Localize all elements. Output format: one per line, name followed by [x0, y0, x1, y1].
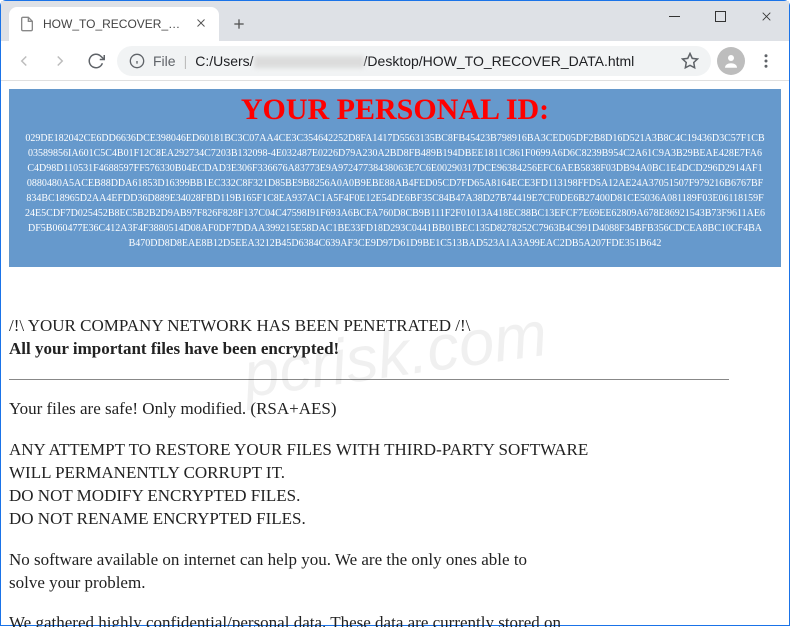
message-body: /!\ YOUR COMPANY NETWORK HAS BEEN PENETR…: [9, 315, 729, 627]
maximize-button[interactable]: [697, 1, 743, 31]
divider: [9, 379, 729, 380]
browser-tab[interactable]: HOW_TO_RECOVER_DATA.html: [9, 7, 219, 41]
url-scheme: File: [153, 53, 176, 69]
attempt-line-2: WILL PERMANENTLY CORRUPT IT.: [9, 462, 729, 485]
titlebar: HOW_TO_RECOVER_DATA.html: [1, 1, 789, 41]
info-icon: [129, 53, 145, 69]
bookmark-icon[interactable]: [681, 52, 699, 70]
help-line-1: No software available on internet can he…: [9, 549, 729, 572]
gathered-line-1: We gathered highly confidential/personal…: [9, 612, 729, 627]
encrypted-line: All your important files have been encry…: [9, 338, 729, 361]
personal-id-hex: 029DE182042CE6DD6636DCE398046ED60181BC3C…: [25, 131, 765, 251]
close-window-button[interactable]: [743, 1, 789, 31]
rename-line: DO NOT RENAME ENCRYPTED FILES.: [9, 508, 729, 531]
new-tab-button[interactable]: [225, 10, 253, 38]
menu-button[interactable]: [751, 46, 781, 76]
tab-title: HOW_TO_RECOVER_DATA.html: [43, 17, 187, 31]
reload-button[interactable]: [81, 46, 111, 76]
window-controls: [651, 1, 789, 33]
back-button[interactable]: [9, 46, 39, 76]
url-path: C:/Users//Desktop/HOW_TO_RECOVER_DATA.ht…: [195, 53, 634, 69]
close-icon[interactable]: [195, 17, 209, 31]
banner-title: YOUR PERSONAL ID:: [21, 93, 769, 127]
safe-line: Your files are safe! Only modified. (RSA…: [9, 398, 729, 421]
attempt-line-1: ANY ATTEMPT TO RESTORE YOUR FILES WITH T…: [9, 439, 729, 462]
page-content: pcrisk.com YOUR PERSONAL ID: 029DE182042…: [1, 81, 789, 627]
address-bar[interactable]: File | C:/Users//Desktop/HOW_TO_RECOVER_…: [117, 46, 711, 76]
avatar[interactable]: [717, 47, 745, 75]
help-line-2: solve your problem.: [9, 572, 729, 595]
file-icon: [19, 16, 35, 32]
minimize-button[interactable]: [651, 1, 697, 31]
toolbar: File | C:/Users//Desktop/HOW_TO_RECOVER_…: [1, 41, 789, 81]
redacted-segment: [254, 56, 364, 68]
modify-line: DO NOT MODIFY ENCRYPTED FILES.: [9, 485, 729, 508]
personal-id-banner: YOUR PERSONAL ID: 029DE182042CE6DD6636DC…: [9, 89, 781, 267]
forward-button[interactable]: [45, 46, 75, 76]
penetrated-line: /!\ YOUR COMPANY NETWORK HAS BEEN PENETR…: [9, 315, 729, 338]
